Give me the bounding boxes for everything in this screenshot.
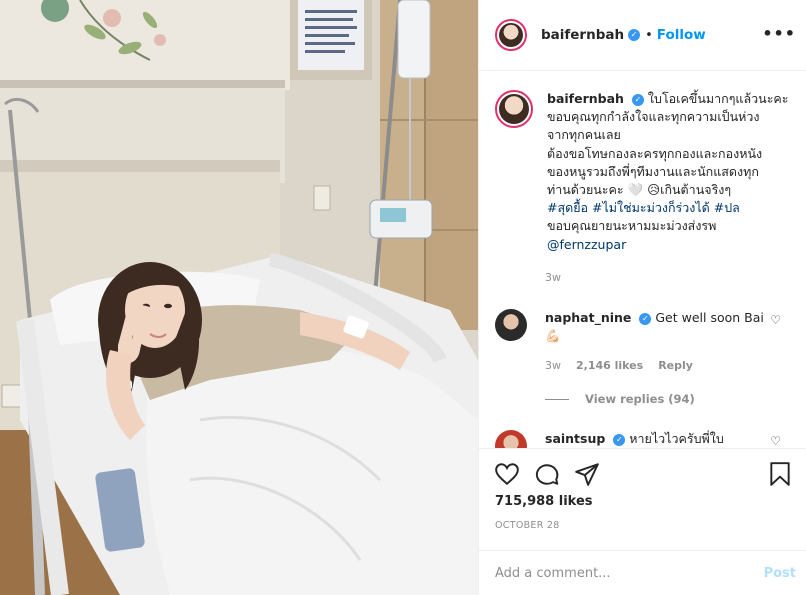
bookmark-icon[interactable] (767, 461, 793, 487)
verified-badge-icon: ✓ (631, 93, 644, 106)
reply-button[interactable]: Reply (658, 359, 693, 372)
comment-item: naphat_nine ✓ Get well soon Bai 💪🏻 ♡ (495, 309, 795, 345)
comment-content: หายไวไวครับพี่ใบ (629, 431, 724, 446)
comment-item: saintsup ✓ หายไวไวครับพี่ใบ ♡ (495, 430, 795, 450)
instagram-post: baifernbah ✓ • Follow ••• baifernbah ✓ ใ… (0, 0, 806, 595)
post-actions: 715,988 likes OCTOBER 28 Post (479, 448, 806, 595)
comment-text: naphat_nine ✓ Get well soon Bai 💪🏻 (545, 309, 765, 345)
caption-line: ขอบคุณทุกกำลังใจและทุกความเป็นห่วง (547, 109, 760, 125)
more-options-icon[interactable]: ••• (762, 24, 796, 43)
hashtag-link[interactable]: #สุดยื้อ (547, 200, 588, 215)
comment-input[interactable] (495, 566, 764, 581)
add-comment-bar: Post (479, 550, 806, 595)
caption-line: ต้องขอโทษกองละครทุกกองและกองหนัง (547, 145, 763, 161)
caption-line: เกินต้านจริงๆ (660, 182, 732, 198)
author-username[interactable]: baifernbah (541, 27, 624, 43)
likes-count[interactable]: 715,988 likes (495, 494, 593, 509)
post-caption: baifernbah ✓ ใบโอเคขึ้นมากๆแล้วนะคะ ขอบค… (495, 90, 795, 254)
caption-text: baifernbah ✓ ใบโอเคขึ้นมากๆแล้วนะคะ ขอบค… (547, 90, 791, 254)
commenter-username[interactable]: saintsup (545, 431, 605, 446)
comment-text: saintsup ✓ หายไวไวครับพี่ใบ (545, 430, 765, 450)
post-header: baifernbah ✓ • Follow ••• (479, 0, 806, 71)
caption-timestamp[interactable]: 3w (545, 271, 561, 284)
caption-username[interactable]: baifernbah (547, 91, 624, 106)
verified-badge-icon: ✓ (628, 29, 641, 41)
comment-bubble-icon[interactable] (534, 461, 560, 487)
caption-line: ขอบคุณยายนะหามมะม่วงส่งรพ (547, 218, 717, 234)
follow-button[interactable]: Follow (657, 27, 706, 43)
view-replies-label: View replies (94) (585, 392, 695, 406)
verified-badge-icon: ✓ (639, 312, 652, 325)
comment-meta: 3w 2,146 likes Reply (545, 359, 693, 372)
author-avatar[interactable] (495, 19, 527, 51)
hashtag-link[interactable]: #ไม่ใช่มะม่วงก็ร่วงได้ (592, 200, 710, 215)
post-comment-button[interactable]: Post (764, 566, 796, 581)
replies-divider (545, 398, 569, 400)
comment-emoji: 💪🏻 (545, 328, 561, 343)
comment-like-icon[interactable]: ♡ (770, 434, 781, 448)
commenter-avatar[interactable] (495, 430, 527, 450)
post-date[interactable]: OCTOBER 28 (495, 520, 560, 531)
verified-badge-icon: ✓ (613, 433, 626, 446)
heart-outline-icon[interactable] (494, 461, 520, 487)
mention-link[interactable]: @fernzzupar (547, 237, 626, 252)
caption-line: ท่านด้วยนะคะ (547, 182, 624, 198)
comment-content: Get well soon Bai (655, 310, 764, 325)
view-replies-button[interactable]: View replies (94) (545, 392, 695, 406)
commenter-username[interactable]: naphat_nine (545, 310, 631, 325)
comments-section[interactable]: baifernbah ✓ ใบโอเคขึ้นมากๆแล้วนะคะ ขอบค… (479, 72, 806, 450)
commenter-avatar[interactable] (495, 309, 527, 341)
emoji-heart-sad: 🤍 😥 (627, 182, 661, 198)
caption-line: ใบโอเคขึ้นมากๆแล้วนะคะ (647, 91, 789, 106)
comment-timestamp[interactable]: 3w (545, 359, 561, 372)
post-side-panel: baifernbah ✓ • Follow ••• baifernbah ✓ ใ… (478, 0, 806, 595)
header-separator: • (645, 27, 653, 43)
caption-avatar[interactable] (495, 90, 533, 128)
caption-line: ของหนูรวมถึงพี่ๆทีมงานและนักแสดงทุก (547, 163, 759, 179)
paper-plane-icon[interactable] (574, 461, 600, 487)
hashtag-link[interactable]: #ปล (714, 200, 740, 215)
comment-like-icon[interactable]: ♡ (770, 313, 781, 327)
hospital-bed-photo (0, 0, 478, 595)
post-photo[interactable] (0, 0, 478, 595)
comment-likes[interactable]: 2,146 likes (576, 359, 643, 372)
caption-line: จากทุกคนเลย (547, 127, 621, 143)
